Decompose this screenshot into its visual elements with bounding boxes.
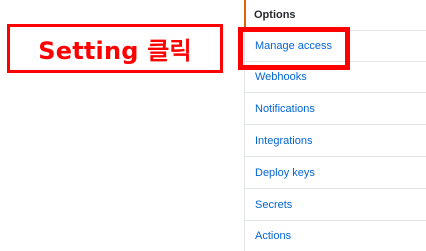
menu-item-manage-access[interactable]: Manage access <box>245 31 426 62</box>
menu-item-integrations[interactable]: Integrations <box>245 126 426 157</box>
repo-settings-menu: Options Manage access Webhooks Notificat… <box>244 0 426 251</box>
menu-item-label: Actions <box>255 230 292 242</box>
menu-item-label: Deploy keys <box>255 167 315 179</box>
menu-item-webhooks[interactable]: Webhooks <box>245 62 426 93</box>
screenshot-canvas: Options Manage access Webhooks Notificat… <box>0 0 426 251</box>
menu-item-options[interactable]: Options <box>244 0 426 31</box>
menu-item-label: Options <box>254 9 296 21</box>
menu-item-deploy-keys[interactable]: Deploy keys <box>245 158 426 189</box>
menu-item-label: Webhooks <box>255 71 307 83</box>
annotation-callout: Setting 클릭 <box>7 24 223 73</box>
menu-item-notifications[interactable]: Notifications <box>245 94 426 125</box>
menu-item-label: Integrations <box>255 135 313 147</box>
menu-item-label: Notifications <box>255 103 315 115</box>
menu-item-label: Manage access <box>255 40 333 52</box>
menu-item-actions[interactable]: Actions <box>245 221 426 251</box>
menu-item-secrets[interactable]: Secrets <box>245 190 426 221</box>
annotation-callout-text: Setting 클릭 <box>38 37 192 65</box>
menu-item-label: Secrets <box>255 199 293 211</box>
